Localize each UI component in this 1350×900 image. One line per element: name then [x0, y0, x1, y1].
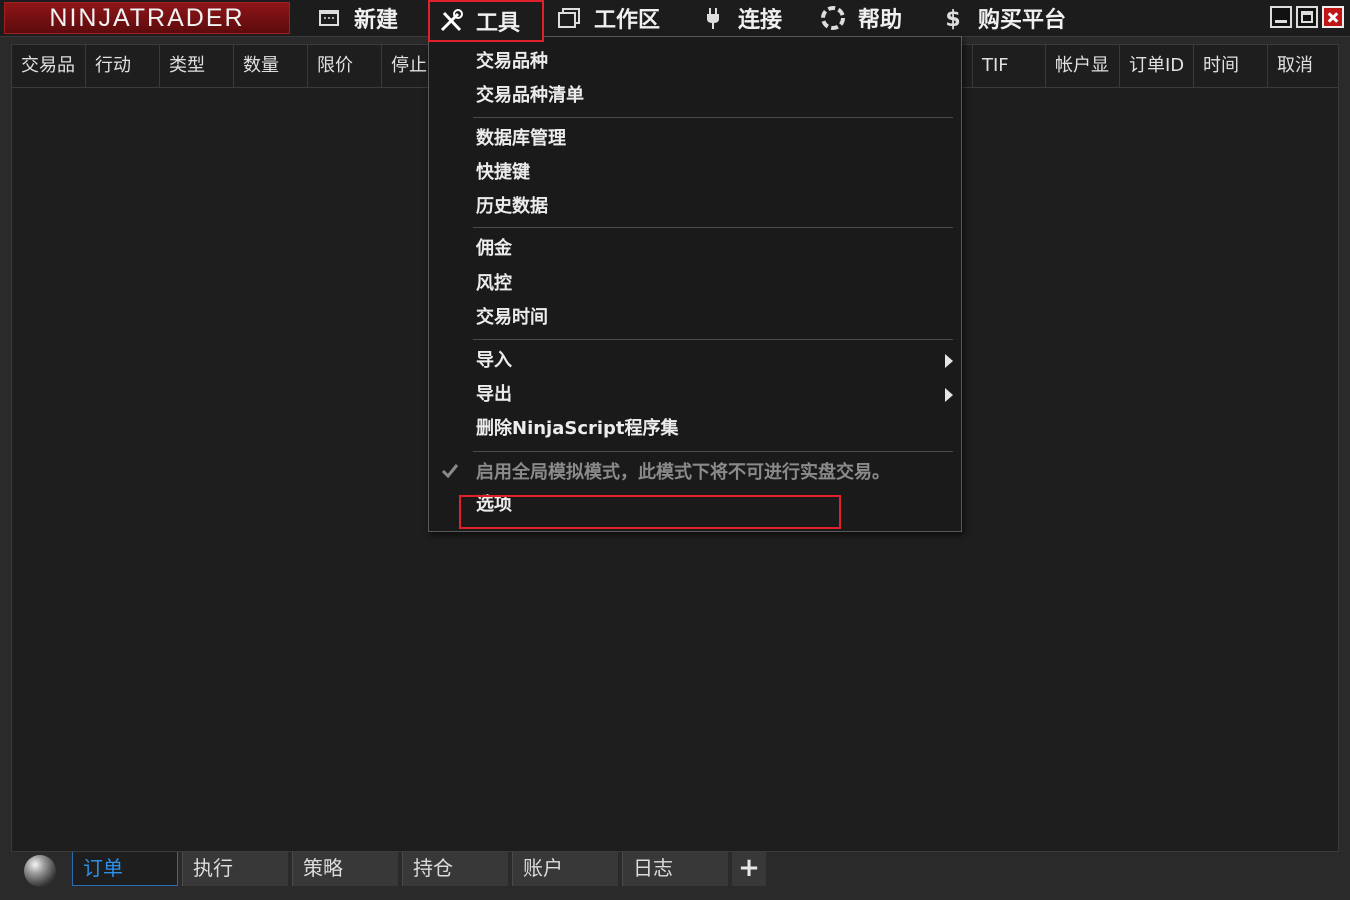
menu-item-commissions[interactable]: 佣金	[476, 238, 512, 260]
menu-help[interactable]: 帮助	[820, 0, 902, 36]
checkmark-icon	[441, 463, 459, 483]
close-button[interactable]	[1322, 6, 1344, 28]
menu-workspace-label: 工作区	[594, 8, 661, 33]
menu-item-instrument-lists[interactable]: 交易品种清单	[476, 85, 584, 107]
column-header-type[interactable]: 类型	[160, 45, 234, 87]
menu-buy-label: 购买平台	[978, 8, 1067, 33]
tab-executions[interactable]: 执行	[182, 852, 288, 886]
column-header-action[interactable]: 行动	[86, 45, 160, 87]
menu-item-risk[interactable]: 风控	[476, 273, 512, 295]
column-header-cancel[interactable]: 取消	[1268, 45, 1340, 87]
dollar-icon: $	[940, 5, 966, 31]
tab-accounts[interactable]: 账户	[512, 852, 618, 886]
workspace-icon	[556, 5, 582, 31]
add-tab-button[interactable]: +	[732, 852, 766, 886]
menu-item-global-simulation-mode: 启用全局模拟模式，此模式下将不可进行实盘交易。	[476, 462, 890, 483]
window-controls	[1270, 6, 1344, 28]
menu-new-label: 新建	[354, 8, 399, 33]
menu-help-label: 帮助	[858, 8, 903, 33]
new-window-icon	[316, 5, 342, 31]
menu-separator	[473, 339, 953, 340]
submenu-arrow-icon	[945, 354, 953, 368]
plug-icon	[700, 5, 726, 31]
tools-dropdown-menu: 交易品种 交易品种清单 数据库管理 快捷键 历史数据 佣金 风控 交易时间 导入…	[428, 36, 962, 532]
menu-connect-label: 连接	[738, 8, 783, 33]
menu-tools[interactable]: 工具	[428, 0, 544, 42]
menu-buy-platform[interactable]: $ 购买平台	[940, 0, 1066, 36]
help-lifebuoy-icon	[820, 5, 846, 31]
menu-connect[interactable]: 连接	[700, 0, 782, 36]
options-highlight-box	[459, 495, 841, 529]
menu-new[interactable]: 新建	[316, 0, 398, 36]
tab-strategies[interactable]: 策略	[292, 852, 398, 886]
column-header-order-id[interactable]: 订单ID	[1120, 45, 1194, 87]
menu-item-database-management[interactable]: 数据库管理	[476, 128, 566, 150]
menu-item-instruments[interactable]: 交易品种	[476, 51, 548, 73]
menu-tools-label: 工具	[476, 11, 521, 36]
menu-item-historical-data[interactable]: 历史数据	[476, 196, 548, 218]
ninjatrader-logo: NINJATRADER	[4, 2, 290, 34]
menu-bar: NINJATRADER 新建 工具 工作区 连接 帮助 $ 购买平台	[0, 0, 1350, 42]
minimize-button[interactable]	[1270, 6, 1292, 28]
menu-item-export[interactable]: 导出	[476, 384, 512, 406]
menu-separator	[473, 451, 953, 452]
svg-text:$: $	[945, 7, 960, 31]
column-header-account-display[interactable]: 帐户显	[1046, 45, 1120, 87]
status-ball-icon	[24, 855, 56, 887]
menu-separator	[473, 117, 953, 118]
column-header-tif[interactable]: TIF	[972, 45, 1046, 87]
menu-workspace[interactable]: 工作区	[556, 0, 660, 36]
menu-item-import[interactable]: 导入	[476, 350, 512, 372]
menu-item-remove-ninjascript-assembly[interactable]: 删除NinjaScript程序集	[476, 418, 679, 440]
tools-icon	[438, 8, 464, 34]
column-header-instrument[interactable]: 交易品	[12, 45, 86, 87]
submenu-arrow-icon	[945, 388, 953, 402]
maximize-button[interactable]	[1296, 6, 1318, 28]
column-header-time[interactable]: 时间	[1194, 45, 1268, 87]
tab-log[interactable]: 日志	[622, 852, 728, 886]
menu-item-hot-keys[interactable]: 快捷键	[476, 162, 530, 184]
menu-item-trading-hours[interactable]: 交易时间	[476, 307, 548, 329]
tab-orders[interactable]: 订单	[72, 852, 178, 886]
column-header-limit[interactable]: 限价	[308, 45, 382, 87]
column-header-quantity[interactable]: 数量	[234, 45, 308, 87]
menu-separator	[473, 227, 953, 228]
tab-positions[interactable]: 持仓	[402, 852, 508, 886]
